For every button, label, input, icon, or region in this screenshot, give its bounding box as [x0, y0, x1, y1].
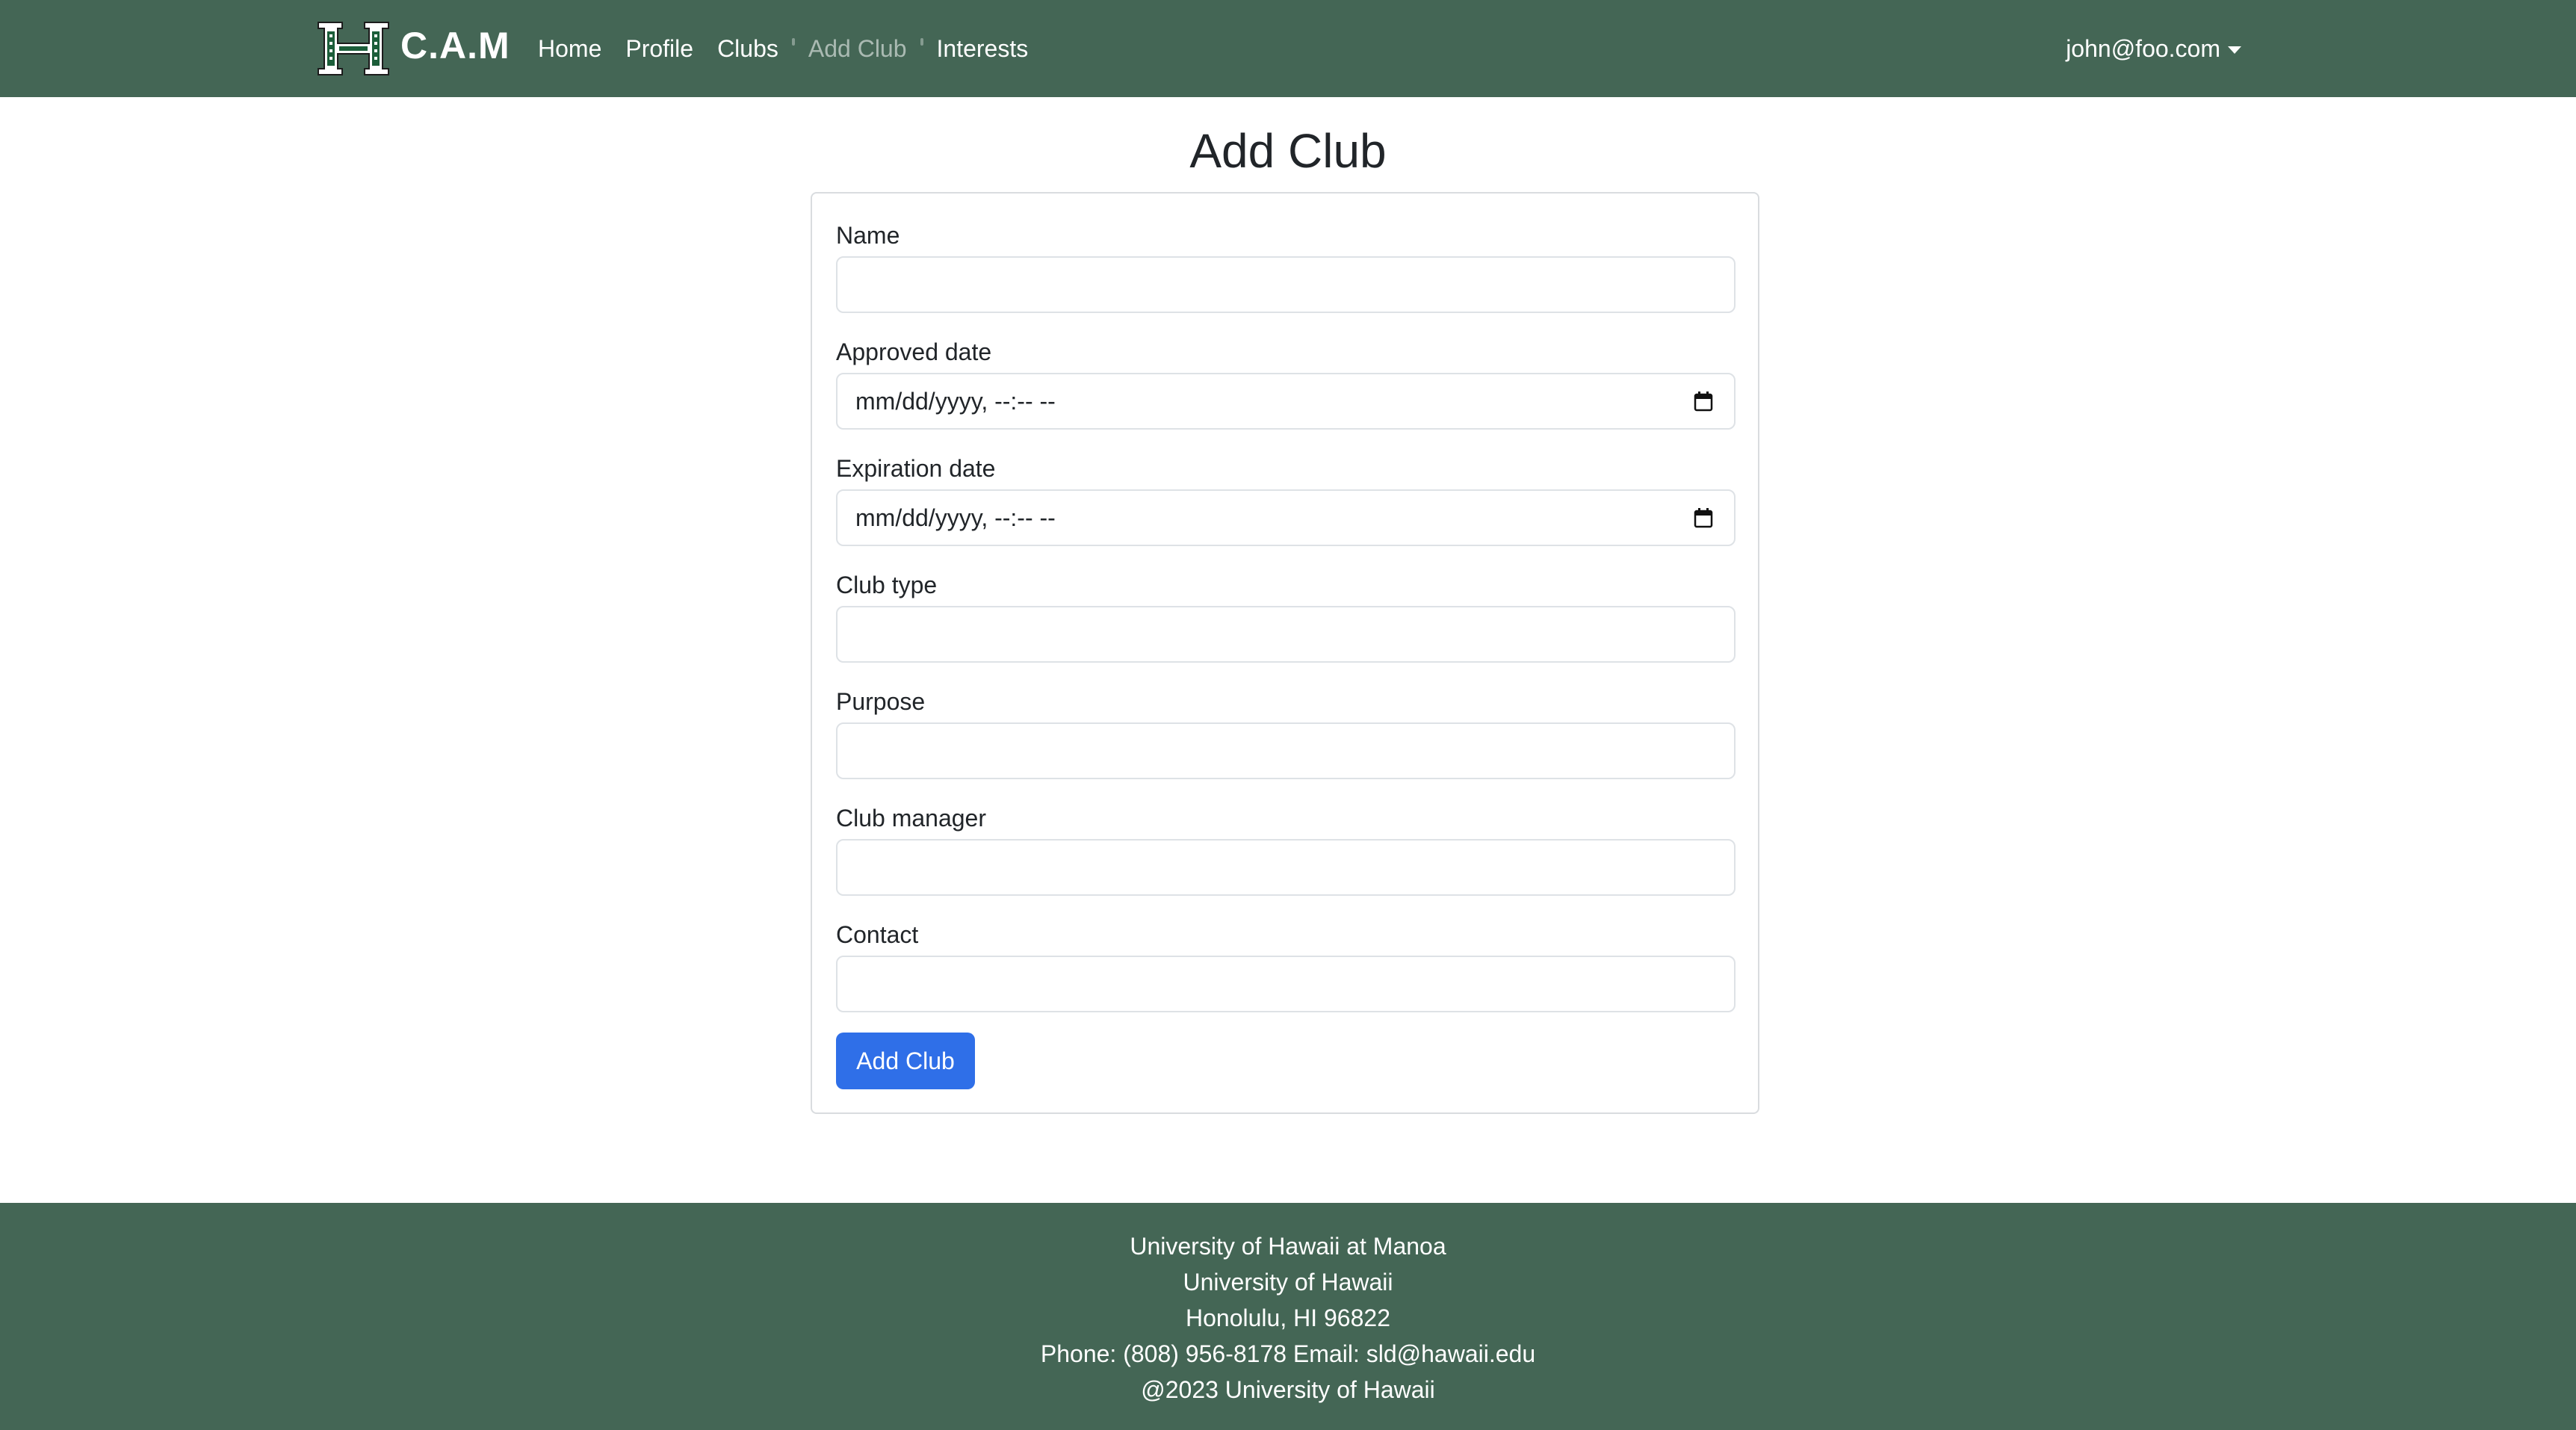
footer-campus: University of Hawaii at Manoa	[1130, 1233, 1446, 1260]
brand-title: C.A.M	[400, 25, 510, 66]
approved-date-input[interactable]: mm/dd/yyyy, --:-- --	[836, 373, 1736, 430]
club-manager-input[interactable]	[836, 839, 1736, 896]
brand-home-link[interactable]: C.A.M	[317, 13, 510, 84]
nav-add-club[interactable]: Add Club	[808, 35, 907, 63]
purpose-input[interactable]	[836, 722, 1736, 779]
purpose-field-group: Purpose	[836, 687, 1736, 779]
add-club-submit-button[interactable]: Add Club	[836, 1033, 975, 1089]
footer-university: University of Hawaii	[1183, 1269, 1393, 1296]
university-h-logo-icon	[318, 22, 389, 75]
contact-label: Contact	[836, 921, 919, 948]
nav-divider	[791, 38, 795, 46]
nav-clubs[interactable]: Clubs	[717, 35, 778, 63]
name-input[interactable]	[836, 256, 1736, 313]
main-nav: Home Profile Clubs Add Club Interests	[538, 0, 1052, 97]
purpose-label: Purpose	[836, 688, 926, 715]
caret-down-icon	[2228, 46, 2241, 54]
expiration-date-field-group: Expiration date mm/dd/yyyy, --:-- --	[836, 454, 1736, 546]
expiration-date-label: Expiration date	[836, 455, 996, 482]
expiration-date-input[interactable]: mm/dd/yyyy, --:-- --	[836, 489, 1736, 546]
calendar-icon[interactable]	[1694, 391, 1713, 412]
nav-divider	[920, 38, 923, 46]
name-label: Name	[836, 222, 900, 249]
club-manager-label: Club manager	[836, 805, 986, 832]
name-field-group: Name	[836, 220, 1736, 313]
club-type-label: Club type	[836, 572, 938, 598]
club-type-input[interactable]	[836, 606, 1736, 663]
footer-contact: Phone: (808) 956-8178 Email: sld@hawaii.…	[1040, 1340, 1536, 1367]
nav-profile[interactable]: Profile	[625, 35, 693, 63]
user-email: john@foo.com	[2066, 34, 2220, 62]
approved-date-placeholder: mm/dd/yyyy, --:-- --	[855, 387, 1056, 415]
footer-address: Honolulu, HI 96822	[1186, 1304, 1390, 1331]
club-manager-field-group: Club manager	[836, 803, 1736, 896]
nav-interests[interactable]: Interests	[937, 35, 1029, 63]
calendar-icon[interactable]	[1694, 507, 1713, 528]
contact-field-group: Contact	[836, 920, 1736, 1012]
top-navbar: C.A.M Home Profile Clubs Add Club Intere…	[0, 0, 2576, 97]
footer-copyright: @2023 University of Hawaii	[1141, 1376, 1435, 1403]
add-club-form: Name Approved date mm/dd/yyyy, --:-- -- …	[811, 192, 1759, 1114]
contact-input[interactable]	[836, 956, 1736, 1012]
club-type-field-group: Club type	[836, 570, 1736, 663]
user-dropdown-toggle[interactable]: john@foo.com	[2066, 0, 2241, 97]
page-title: Add Club	[1189, 124, 1387, 178]
approved-date-field-group: Approved date mm/dd/yyyy, --:-- --	[836, 337, 1736, 430]
nav-home[interactable]: Home	[538, 35, 601, 63]
expiration-date-placeholder: mm/dd/yyyy, --:-- --	[855, 504, 1056, 531]
footer: University of Hawaii at Manoa University…	[0, 1203, 2576, 1430]
approved-date-label: Approved date	[836, 338, 992, 365]
